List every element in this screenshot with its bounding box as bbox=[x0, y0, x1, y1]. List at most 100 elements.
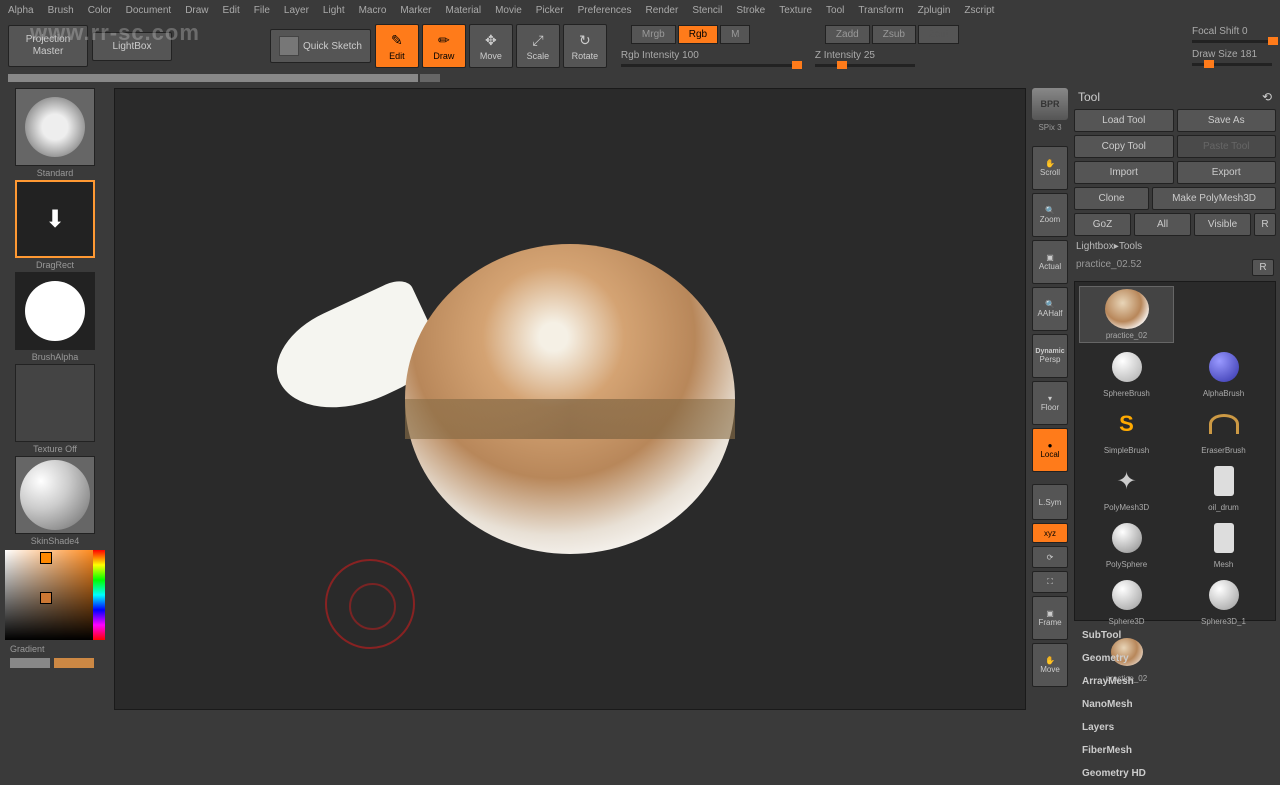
z-intensity-label: Z Intensity 25 bbox=[815, 50, 875, 61]
section-layers[interactable]: Layers bbox=[1074, 716, 1276, 739]
tool-item-sphere3d_1[interactable]: Sphere3D_1 bbox=[1176, 573, 1271, 628]
section-nanomesh[interactable]: NanoMesh bbox=[1074, 693, 1276, 716]
tool-item-spherebrush[interactable]: SphereBrush bbox=[1079, 345, 1174, 400]
tool-item-sphere3d[interactable]: Sphere3D bbox=[1079, 573, 1174, 628]
menu-macro[interactable]: Macro bbox=[359, 5, 387, 16]
z-intensity-slider[interactable] bbox=[815, 64, 915, 67]
brush-thumb[interactable] bbox=[15, 88, 95, 166]
lsym-button[interactable]: L.Sym bbox=[1032, 484, 1068, 520]
material-thumb[interactable] bbox=[15, 456, 95, 534]
canvas[interactable] bbox=[114, 88, 1026, 710]
all-button[interactable]: All bbox=[1134, 213, 1191, 236]
menu-layer[interactable]: Layer bbox=[284, 5, 309, 16]
menu-color[interactable]: Color bbox=[88, 5, 112, 16]
menu-zscript[interactable]: Zscript bbox=[964, 5, 994, 16]
menu-render[interactable]: Render bbox=[646, 5, 679, 16]
bpr-button[interactable]: BPR bbox=[1032, 88, 1068, 120]
save-as-button[interactable]: Save As bbox=[1177, 109, 1277, 132]
floor-button[interactable]: ▾Floor bbox=[1032, 381, 1068, 425]
section-geometry[interactable]: Geometry bbox=[1074, 647, 1276, 670]
export-button[interactable]: Export bbox=[1177, 161, 1277, 184]
rotate-button[interactable]: ↻Rotate bbox=[563, 24, 607, 68]
visible-button[interactable]: Visible bbox=[1194, 213, 1251, 236]
draw-size-slider[interactable] bbox=[1192, 63, 1272, 66]
mrgb-button[interactable]: Mrgb bbox=[631, 25, 676, 44]
r-button[interactable]: R bbox=[1254, 213, 1276, 236]
scale-button[interactable]: ⤢Scale bbox=[516, 24, 560, 68]
rgb-intensity-slider[interactable] bbox=[621, 64, 801, 67]
menu-draw[interactable]: Draw bbox=[185, 5, 208, 16]
goz-button[interactable]: GoZ bbox=[1074, 213, 1131, 236]
quick-sketch-icon bbox=[279, 36, 299, 56]
import-button[interactable]: Import bbox=[1074, 161, 1174, 184]
paste-tool-button[interactable]: Paste Tool bbox=[1177, 135, 1277, 158]
section-fibermesh[interactable]: FiberMesh bbox=[1074, 739, 1276, 762]
menu-movie[interactable]: Movie bbox=[495, 5, 522, 16]
tool-item-alphabrush[interactable]: AlphaBrush bbox=[1176, 345, 1271, 400]
copy-tool-button[interactable]: Copy Tool bbox=[1074, 135, 1174, 158]
tool-item-practice_02[interactable]: practice_02 bbox=[1079, 286, 1174, 343]
quick-sketch-button[interactable]: Quick Sketch bbox=[270, 29, 371, 63]
tool-item-oil_drum[interactable]: oil_drum bbox=[1176, 459, 1271, 514]
tool-item-mesh[interactable]: Mesh bbox=[1176, 516, 1271, 571]
spix-label: SPix 3 bbox=[1038, 123, 1061, 132]
transpose-button[interactable]: ⟳ bbox=[1032, 546, 1068, 568]
clone-button[interactable]: Clone bbox=[1074, 187, 1149, 210]
local-button[interactable]: ●Local bbox=[1032, 428, 1068, 472]
menu-tool[interactable]: Tool bbox=[826, 5, 844, 16]
tool-panel: Tool⟲ Load ToolSave As Copy ToolPaste To… bbox=[1070, 84, 1280, 714]
menu-texture[interactable]: Texture bbox=[779, 5, 812, 16]
tool-item-simplebrush[interactable]: SSimpleBrush bbox=[1079, 402, 1174, 457]
tool-item-polymesh3d[interactable]: ✦PolyMesh3D bbox=[1079, 459, 1174, 514]
menu-brush[interactable]: Brush bbox=[48, 5, 74, 16]
focal-shift-slider[interactable] bbox=[1192, 40, 1272, 43]
move-view-button[interactable]: ✋Move bbox=[1032, 643, 1068, 687]
menu-document[interactable]: Document bbox=[126, 5, 172, 16]
draw-button[interactable]: ✏Draw bbox=[422, 24, 466, 68]
menu-zplugin[interactable]: Zplugin bbox=[918, 5, 951, 16]
zadd-button[interactable]: Zadd bbox=[825, 25, 870, 44]
menu-file[interactable]: File bbox=[254, 5, 270, 16]
menu-stroke[interactable]: Stroke bbox=[736, 5, 765, 16]
menu-transform[interactable]: Transform bbox=[858, 5, 903, 16]
menu-stencil[interactable]: Stencil bbox=[692, 5, 722, 16]
refresh-icon[interactable]: ⟲ bbox=[1262, 90, 1272, 104]
aahalf-button[interactable]: 🔍AAHalf bbox=[1032, 287, 1068, 331]
menu-light[interactable]: Light bbox=[323, 5, 345, 16]
texture-thumb[interactable] bbox=[15, 364, 95, 442]
menu-picker[interactable]: Picker bbox=[536, 5, 564, 16]
zoom-button[interactable]: 🔍Zoom bbox=[1032, 193, 1068, 237]
persp-button[interactable]: DynamicPersp bbox=[1032, 334, 1068, 378]
lightbox-path[interactable]: Lightbox▸Tools bbox=[1074, 239, 1276, 254]
load-tool-button[interactable]: Load Tool bbox=[1074, 109, 1174, 132]
rgb-button[interactable]: Rgb bbox=[678, 25, 718, 44]
color-picker[interactable] bbox=[5, 550, 105, 640]
stroke-thumb[interactable]: ⬇ bbox=[15, 180, 95, 258]
menu-marker[interactable]: Marker bbox=[400, 5, 431, 16]
scroll-button[interactable]: ✋Scroll bbox=[1032, 146, 1068, 190]
menu-edit[interactable]: Edit bbox=[223, 5, 240, 16]
move-button[interactable]: ✥Move bbox=[469, 24, 513, 68]
edit-button[interactable]: ✎Edit bbox=[375, 24, 419, 68]
draw-size-label: Draw Size 181 bbox=[1192, 49, 1257, 60]
xyz-button[interactable]: xyz bbox=[1032, 523, 1068, 543]
m-button[interactable]: M bbox=[720, 25, 750, 44]
menu-preferences[interactable]: Preferences bbox=[578, 5, 632, 16]
section-subtool[interactable]: SubTool bbox=[1074, 624, 1276, 647]
section-arraymesh[interactable]: ArrayMesh bbox=[1074, 670, 1276, 693]
zcut-button[interactable]: Zcut bbox=[918, 25, 959, 44]
section-geometry-hd[interactable]: Geometry HD bbox=[1074, 762, 1276, 785]
menu-material[interactable]: Material bbox=[446, 5, 482, 16]
frame-button[interactable]: ▣Frame bbox=[1032, 596, 1068, 640]
tool-item-eraserbrush[interactable]: EraserBrush bbox=[1176, 402, 1271, 457]
rgb-intensity-label: Rgb Intensity 100 bbox=[621, 50, 699, 61]
zsub-button[interactable]: Zsub bbox=[872, 25, 916, 44]
menu-alpha[interactable]: Alpha bbox=[8, 5, 34, 16]
actual-button[interactable]: ▣Actual bbox=[1032, 240, 1068, 284]
tool-item-polysphere[interactable]: PolySphere bbox=[1079, 516, 1174, 571]
menu-bar: Alpha Brush Color Document Draw Edit File Layer… bbox=[0, 0, 1280, 20]
make-polymesh3d-button[interactable]: Make PolyMesh3D bbox=[1152, 187, 1276, 210]
alpha-thumb[interactable] bbox=[15, 272, 95, 350]
frame2-button[interactable]: ⛶ bbox=[1032, 571, 1068, 593]
r2-button[interactable]: R bbox=[1252, 259, 1274, 276]
